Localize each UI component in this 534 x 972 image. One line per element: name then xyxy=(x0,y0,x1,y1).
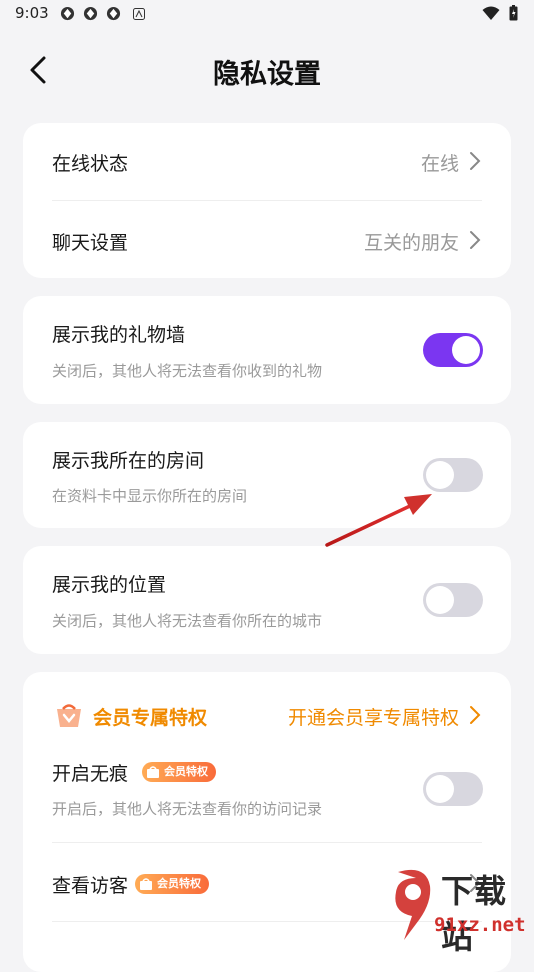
vip-privilege-badge: 会员特权 xyxy=(142,762,216,782)
header: 隐私设置 xyxy=(0,40,534,100)
gift-wall-toggle[interactable] xyxy=(423,333,483,367)
vip-open-link[interactable]: 开通会员享专属特权 xyxy=(288,703,459,730)
room-toggle[interactable] xyxy=(423,458,483,492)
vip-section-title: 会员专属特权 xyxy=(93,707,208,729)
app-icon xyxy=(60,6,75,21)
watermark-text: 下载站 xyxy=(441,872,508,956)
gift-wall-desc: 关闭后，其他人将无法查看你收到的礼物 xyxy=(52,362,323,380)
wifi-icon xyxy=(482,6,500,20)
basic-settings-card: 在线状态 在线 聊天设置 互关的朋友 xyxy=(23,123,511,278)
chat-settings-row[interactable]: 聊天设置 互关的朋友 xyxy=(23,201,511,278)
incognito-label: 开启无痕 xyxy=(52,763,129,785)
a-icon xyxy=(133,8,145,20)
incognito-row: 开启无痕 会员特权 开启后，其他人将无法查看你的访问记录 xyxy=(23,750,511,842)
toggle-knob xyxy=(426,461,454,489)
toggle-knob xyxy=(452,336,480,364)
battery-icon xyxy=(509,5,518,21)
app-icon xyxy=(83,6,98,21)
chevron-right-icon xyxy=(470,152,481,170)
room-desc: 在资料卡中显示你所在的房间 xyxy=(52,487,248,505)
room-label: 展示我所在的房间 xyxy=(52,450,205,472)
app-icon xyxy=(106,6,121,21)
chevron-right-icon[interactable] xyxy=(468,705,482,725)
online-status-label: 在线状态 xyxy=(52,153,129,175)
room-card: 展示我所在的房间 在资料卡中显示你所在的房间 xyxy=(23,422,511,528)
location-toggle[interactable] xyxy=(423,583,483,617)
watermark: 下载站 91xz.net xyxy=(386,860,532,956)
location-card: 展示我的位置 关闭后，其他人将无法查看你所在的城市 xyxy=(23,546,511,654)
location-label: 展示我的位置 xyxy=(52,574,167,596)
gift-wall-card: 展示我的礼物墙 关闭后，其他人将无法查看你收到的礼物 xyxy=(23,296,511,404)
toggle-knob xyxy=(426,775,454,803)
incognito-toggle[interactable] xyxy=(423,772,483,806)
watermark-url: 91xz.net xyxy=(434,914,526,936)
page-title: 隐私设置 xyxy=(213,59,321,90)
gift-icon xyxy=(140,878,152,890)
vip-privilege-badge: 会员特权 xyxy=(135,874,209,894)
badge-text: 会员特权 xyxy=(164,765,208,778)
location-desc: 关闭后，其他人将无法查看你所在的城市 xyxy=(52,612,323,630)
chat-settings-value: 互关的朋友 xyxy=(363,232,459,254)
gift-wall-label: 展示我的礼物墙 xyxy=(52,324,186,346)
chat-settings-label: 聊天设置 xyxy=(52,232,129,254)
status-bar: 9:03 xyxy=(0,0,534,28)
online-status-value: 在线 xyxy=(420,153,459,175)
incognito-desc: 开启后，其他人将无法查看你的访问记录 xyxy=(52,800,323,818)
chevron-right-icon xyxy=(470,231,481,249)
status-time: 9:03 xyxy=(15,4,49,22)
gift-icon xyxy=(57,704,81,727)
badge-text: 会员特权 xyxy=(157,877,201,890)
gift-icon xyxy=(147,766,159,778)
visitors-label: 查看访客 xyxy=(52,875,129,897)
toggle-knob xyxy=(426,586,454,614)
online-status-row[interactable]: 在线状态 在线 xyxy=(23,123,511,200)
